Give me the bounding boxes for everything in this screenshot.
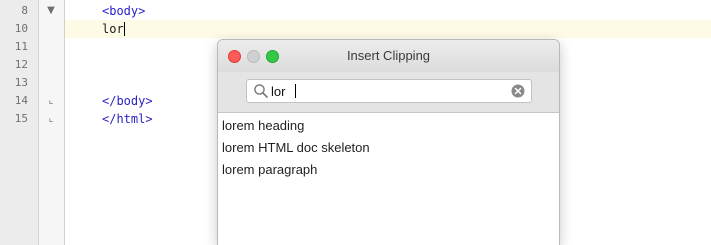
text-caret [124,22,125,36]
clear-search-icon[interactable] [511,84,525,98]
clipping-results-list: lorem heading lorem HTML doc skeleton lo… [218,113,559,245]
search-field[interactable] [246,79,532,103]
line-number: 11 [14,40,28,53]
fold-end-icon[interactable]: ⌞ [40,92,62,110]
insert-clipping-panel: Insert Clipping lorem heading lorem HTML… [218,40,559,245]
search-icon [254,84,268,98]
minimize-window-button[interactable] [247,50,260,63]
zoom-window-button[interactable] [266,50,279,63]
line-number: 14 [14,94,28,107]
code-line: </html> [102,112,153,126]
line-number: 13 [14,76,28,89]
line-number: 8 [21,4,28,17]
line-number: 15 [14,112,28,125]
search-input[interactable] [271,80,501,102]
code-line: lor [102,22,124,36]
current-line-highlight [65,20,711,38]
search-caret [295,84,296,98]
fold-triangle-icon[interactable]: ▼ [40,2,62,20]
list-item[interactable]: lorem heading [222,115,552,137]
fold-end-icon[interactable]: ⌞ [40,110,62,128]
line-number: 10 [14,22,28,35]
list-item[interactable]: lorem HTML doc skeleton [222,137,552,159]
search-bar-area [218,72,559,113]
close-window-button[interactable] [228,50,241,63]
list-item[interactable]: lorem paragraph [222,159,552,181]
line-number: 12 [14,58,28,71]
panel-titlebar[interactable]: Insert Clipping [218,40,559,72]
code-line: </body> [102,94,153,108]
code-line: <body> [102,4,146,18]
